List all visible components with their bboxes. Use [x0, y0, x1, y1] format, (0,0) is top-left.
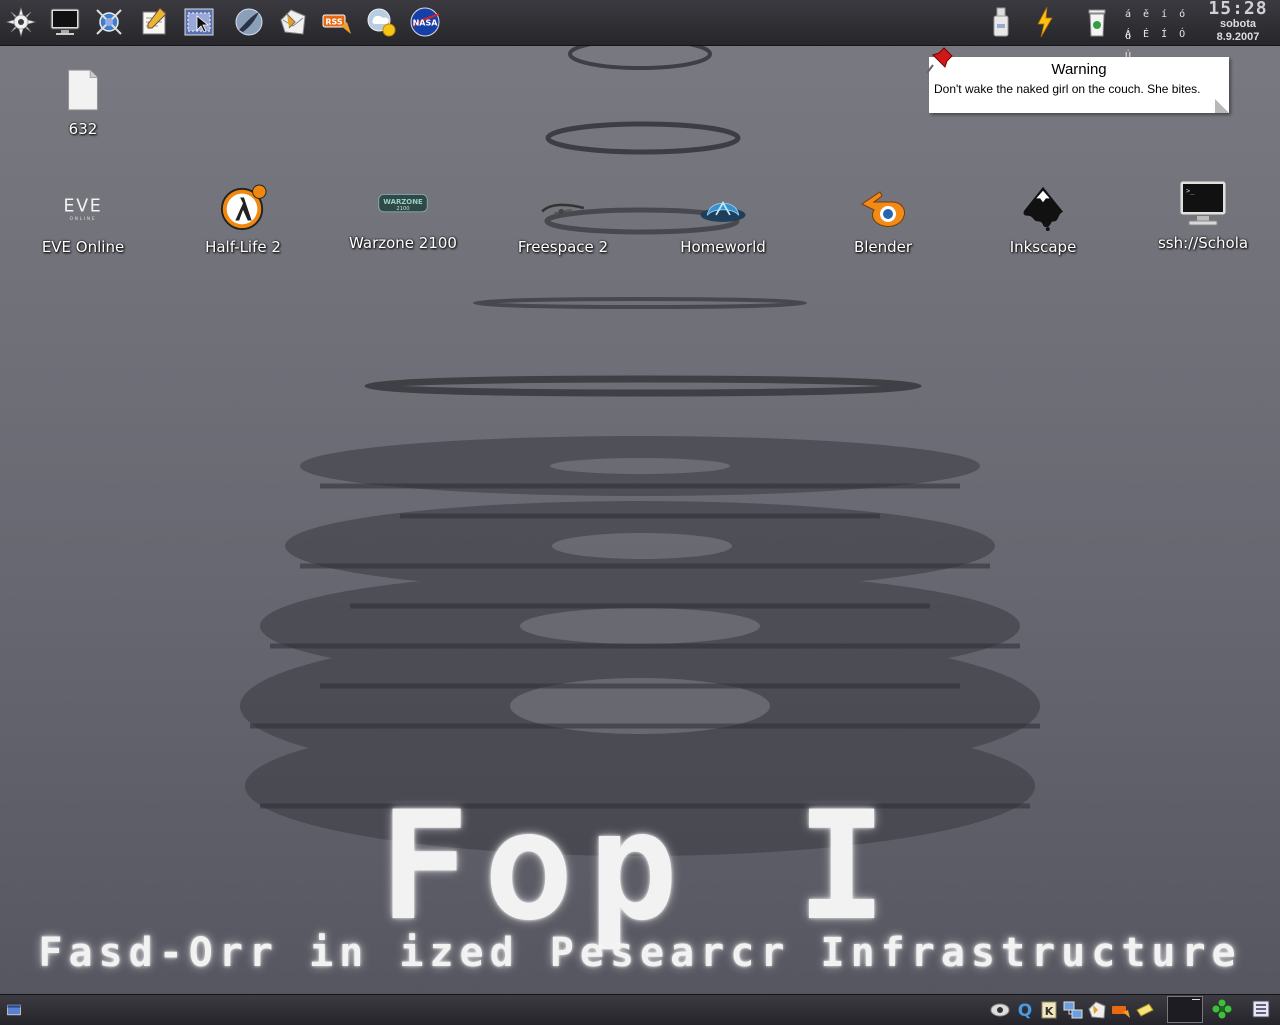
clock-date: 8.9.2007 — [1216, 31, 1260, 43]
inkscape-icon — [1017, 182, 1069, 234]
window-list-icon[interactable] — [1251, 999, 1271, 1019]
desktop-icon-label: EVE Online — [41, 238, 125, 256]
pushpin-icon — [926, 47, 953, 74]
q-app-label: Q — [1018, 1001, 1032, 1020]
desktop-icon-label: Blender — [853, 238, 913, 256]
warzone-logo-sub: 2100 — [396, 206, 409, 212]
desktop-icon-freespace-2[interactable]: Freespace 2 — [488, 182, 638, 256]
mail-client-icon[interactable] — [276, 5, 310, 39]
pager-window-marker — [1192, 999, 1200, 1000]
rss-tray-icon[interactable] — [1111, 1000, 1131, 1020]
weather-icon[interactable] — [364, 5, 398, 39]
rss-label: RSS — [325, 18, 343, 27]
warzone-2100-icon: WARZONE 2100 — [377, 178, 429, 230]
usb-device-icon[interactable] — [986, 5, 1016, 39]
clock-time: 15:28 — [1208, 0, 1268, 19]
text-editor-icon[interactable] — [137, 5, 171, 39]
terminal-icon[interactable] — [48, 5, 82, 39]
mail-tray-icon[interactable] — [1087, 1000, 1107, 1020]
notes-tray-icon[interactable] — [1135, 1000, 1155, 1020]
kde-menu-icon[interactable] — [4, 5, 38, 39]
nasa-label: NASA — [413, 19, 439, 28]
k-app-label: K — [1045, 1005, 1054, 1018]
desktop-icon-label: Freespace 2 — [517, 238, 609, 256]
terminal-monitor-icon: >_ — [1177, 178, 1229, 230]
freespace-2-icon — [537, 182, 589, 234]
document-file-icon — [57, 64, 109, 116]
network-tray-icon[interactable] — [1063, 1000, 1083, 1020]
clock[interactable]: 15:28 sobota 8.9.2007 — [1196, 0, 1280, 44]
desktop-icon-warzone-2100[interactable]: WARZONE 2100 Warzone 2100 — [328, 178, 478, 252]
k-app-icon[interactable]: K — [1039, 1000, 1059, 1020]
desktop-icon-half-life-2[interactable]: Half-Life 2 — [168, 182, 318, 256]
top-panel: RSS NASA á ě í ó ú Á É Í Ó Ú 15:28 sobot… — [0, 0, 1280, 62]
half-life-2-icon — [217, 182, 269, 234]
note-resize-corner[interactable] — [1215, 99, 1229, 113]
virtual-desktop-pager[interactable] — [1167, 996, 1203, 1023]
sticky-note[interactable]: Warning Don't wake the naked girl on the… — [926, 47, 1229, 113]
homeworld-icon — [697, 182, 749, 234]
desktop-icon-label: ssh://Schola — [1157, 234, 1249, 252]
desktop-icon-ssh-schola[interactable]: >_ ssh://Schola — [1128, 178, 1278, 252]
desktop-icon-eve-online[interactable]: EVE ONLINE EVE Online — [8, 182, 158, 256]
desktop-icon-label: Inkscape — [1009, 238, 1077, 256]
blender-icon — [857, 182, 909, 234]
show-desktop-icon[interactable] — [4, 1000, 24, 1020]
desktop-icon-label: Homeworld — [680, 238, 766, 256]
eye-monitor-icon[interactable] — [990, 1000, 1010, 1020]
desktop-icon-inkscape[interactable]: Inkscape — [968, 182, 1118, 256]
power-lightning-icon[interactable] — [1030, 5, 1060, 39]
eve-online-logo-icon: EVE ONLINE — [57, 182, 109, 234]
desktop-icon-label: Half-Life 2 — [205, 238, 281, 256]
keyboard-characters[interactable]: á ě í ó ú Á É Í Ó Ú — [1125, 4, 1191, 62]
trash-icon[interactable] — [1082, 5, 1112, 39]
eve-logo-text: EVE — [64, 196, 103, 216]
q-app-icon[interactable]: Q — [1015, 1000, 1035, 1020]
clock-day: sobota — [1219, 18, 1257, 30]
green-flower-icon[interactable] — [1212, 999, 1232, 1019]
bottom-panel: Q K — [0, 994, 1280, 1025]
browser-icon[interactable] — [232, 5, 266, 39]
uppercase-accents: Á É Í Ó Ú — [1125, 29, 1189, 62]
desktop-icon-blender[interactable]: Blender — [808, 182, 958, 256]
wallpaper-title: Fop I — [379, 780, 901, 954]
svg-text:>_: >_ — [1186, 187, 1195, 195]
screenshot-tool-icon[interactable] — [182, 5, 216, 39]
nasa-icon[interactable]: NASA — [408, 5, 442, 39]
warzone-logo-text: WARZONE — [383, 198, 423, 206]
note-title: Warning — [1051, 61, 1107, 78]
file-icon-632[interactable]: 632 — [8, 64, 158, 138]
desktop-icon-label: Warzone 2100 — [349, 234, 457, 252]
desktop-icon-homeworld[interactable]: Homeworld — [648, 182, 798, 256]
file-label: 632 — [68, 120, 98, 138]
network-globe-icon[interactable] — [92, 5, 126, 39]
lowercase-accents: á ě í ó ú — [1125, 9, 1189, 42]
rss-reader-icon[interactable]: RSS — [320, 5, 354, 39]
eve-logo-sub: ONLINE — [70, 216, 97, 222]
note-body: Don't wake the naked girl on the couch. … — [934, 82, 1201, 96]
wallpaper-subtitle: Fasd-Orr in ized Pesearcr Infrastructure — [38, 930, 1242, 976]
